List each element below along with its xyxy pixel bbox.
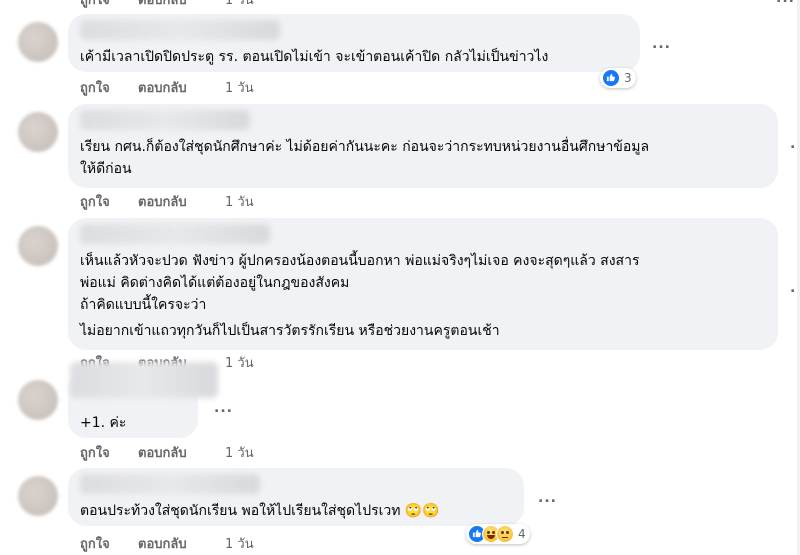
comment-time[interactable]: 1 วัน: [225, 445, 254, 463]
comment-text: ถ้าคิดแบบนี้ใครจะว่า: [80, 297, 207, 313]
comment-text: เรียน กศน.ก็ต้องใส่ชุดนักศึกษาค่ะ ไม่ด้อ…: [80, 139, 650, 155]
comment-time[interactable]: 1 วัน: [225, 536, 254, 554]
commenter-name-redacted[interactable]: [80, 224, 270, 244]
reaction-summary[interactable]: 4: [466, 524, 530, 544]
avatar[interactable]: [18, 22, 58, 62]
comment-time[interactable]: 1 วัน: [225, 355, 254, 373]
commenter-name-redacted[interactable]: [70, 362, 218, 398]
comment-text: ให้ดีก่อน: [80, 161, 132, 177]
like-icon: [602, 69, 620, 87]
reply-link[interactable]: ตอบกลับ: [138, 0, 187, 10]
comment-text: +1. ค่ะ: [80, 415, 127, 431]
like-link[interactable]: ถูกใจ: [80, 445, 110, 463]
like-link[interactable]: ถูกใจ: [80, 194, 110, 212]
like-link[interactable]: ถูกใจ: [80, 80, 110, 98]
comment-text: เค้ามีเวลาเปิดปิดประตู รร. ตอนเปิดไม่เข้…: [80, 49, 549, 65]
reaction-count: 4: [518, 527, 526, 541]
comment-time[interactable]: 1 วัน: [225, 80, 254, 98]
avatar[interactable]: [18, 380, 58, 420]
comment-time[interactable]: 1 วัน: [225, 194, 254, 212]
reply-link[interactable]: ตอบกลับ: [138, 536, 187, 554]
reply-link[interactable]: ตอบกลับ: [138, 80, 187, 98]
like-link[interactable]: ถูกใจ: [80, 536, 110, 554]
avatar[interactable]: [18, 112, 58, 152]
reply-link[interactable]: ตอบกลับ: [138, 194, 187, 212]
commenter-name-redacted[interactable]: [80, 20, 280, 40]
avatar[interactable]: [18, 476, 58, 516]
more-options-icon[interactable]: ...: [776, 0, 798, 6]
comment-time[interactable]: 1 วัน: [225, 0, 254, 10]
reaction-summary[interactable]: 3: [600, 68, 636, 88]
more-options-icon[interactable]: ...: [538, 491, 560, 506]
more-options-icon[interactable]: ...: [652, 37, 674, 52]
like-link[interactable]: ถูกใจ: [80, 0, 110, 10]
rolling-eyes-icon: [496, 525, 514, 543]
reply-link[interactable]: ตอบกลับ: [138, 445, 187, 463]
more-options-icon[interactable]: ...: [214, 401, 236, 416]
comment-text: ตอนประท้วงใส่ชุดนักเรียน พอให้ไปเรียนใส่…: [80, 503, 440, 519]
reaction-count: 3: [624, 71, 632, 85]
commenter-name-redacted[interactable]: [80, 474, 260, 494]
commenter-name-redacted[interactable]: [80, 110, 250, 130]
comment-text: ไม่อยากเข้าแถวทุกวันก็ไปเป็นสารวัตรรักเร…: [80, 323, 500, 339]
comment-text: พ่อแม่ คิดต่างคิดได้แต่ต้องอยู่ในกฎของสั…: [80, 275, 350, 291]
avatar[interactable]: [18, 226, 58, 266]
comment-text: เห็นแล้วหัวจะปวด ฟังข่าว ผู้ปกครองน้องตอ…: [80, 253, 640, 269]
